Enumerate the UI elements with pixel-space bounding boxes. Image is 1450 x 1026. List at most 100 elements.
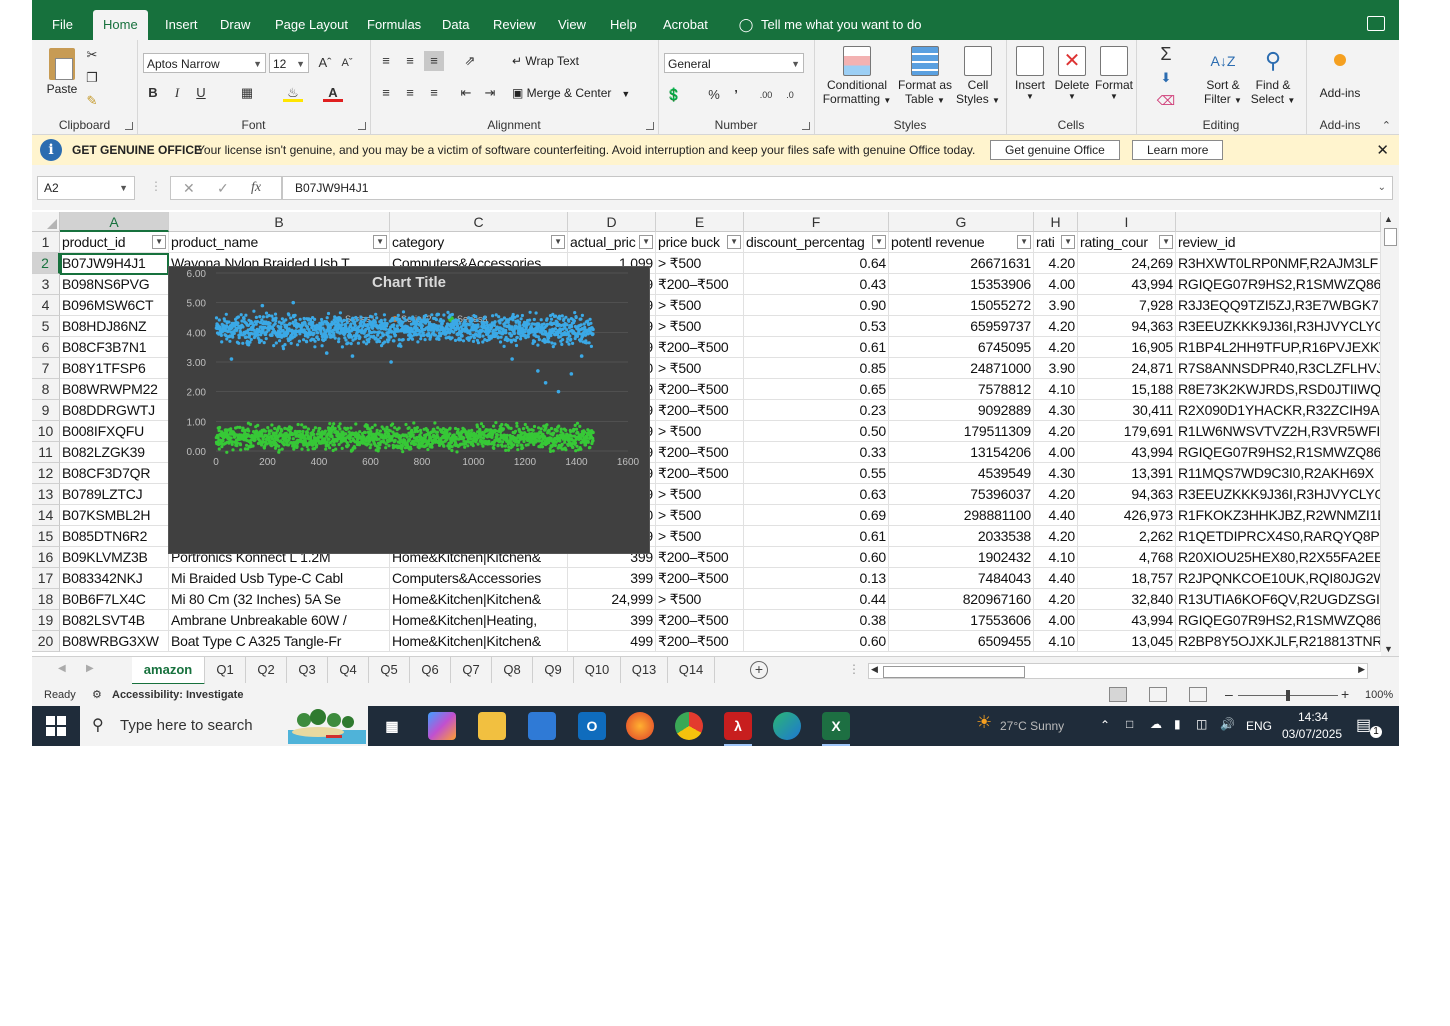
cell-a13[interactable]: B0789LZTCJ xyxy=(60,484,169,505)
cell-a20[interactable]: B08WRBG3XW xyxy=(60,631,169,652)
filter-dropdown-icon[interactable]: ▼ xyxy=(1061,235,1075,249)
align-left-icon[interactable]: ≡ xyxy=(376,83,396,103)
cell-b20[interactable]: Boat Type C A325 Tangle-Fr xyxy=(169,631,390,652)
copilot-icon[interactable] xyxy=(428,712,456,740)
cell-h8[interactable]: 4.10 xyxy=(1034,379,1078,400)
network-icon[interactable]: ◫ xyxy=(1196,717,1207,731)
cell-g10[interactable]: 179511309 xyxy=(889,421,1034,442)
header-cell-7[interactable]: rati ▼ xyxy=(1034,232,1078,253)
row-header[interactable]: 10 xyxy=(32,421,60,442)
row-header[interactable]: 8 xyxy=(32,379,60,400)
sheet-tab-q9[interactable]: Q9 xyxy=(533,657,574,683)
row-header[interactable]: 2 xyxy=(32,253,60,274)
page-break-view-icon[interactable] xyxy=(1189,687,1207,702)
tab-formulas[interactable]: Formulas xyxy=(357,10,431,40)
cell-a16[interactable]: B09KLVMZ3B xyxy=(60,547,169,568)
header-cell-8[interactable]: rating_cour ▼ xyxy=(1078,232,1176,253)
vertical-scrollbar[interactable]: ▲ ▼ xyxy=(1381,210,1399,656)
cell-h17[interactable]: 4.40 xyxy=(1034,568,1078,589)
cell-f2[interactable]: 0.64 xyxy=(744,253,889,274)
cell-f11[interactable]: 0.33 xyxy=(744,442,889,463)
row-header[interactable]: 9 xyxy=(32,400,60,421)
cell-e16[interactable]: ₹200–₹500 xyxy=(656,547,744,568)
cell-a5[interactable]: B08HDJ86NZ xyxy=(60,316,169,337)
scroll-left-icon[interactable]: ◀ xyxy=(871,664,878,675)
zoom-slider-thumb[interactable] xyxy=(1286,690,1290,701)
sheet-tab-q13[interactable]: Q13 xyxy=(621,657,668,683)
cell-g17[interactable]: 7484043 xyxy=(889,568,1034,589)
cell-e2[interactable]: > ₹500 xyxy=(656,253,744,274)
cell-e15[interactable]: > ₹500 xyxy=(656,526,744,547)
cell-d18[interactable]: 24,999 xyxy=(568,589,656,610)
cell-h5[interactable]: 4.20 xyxy=(1034,316,1078,337)
cell-j2[interactable]: R3HXWT0LRP0NMF,R2AJM3LF xyxy=(1176,253,1381,274)
decrease-decimal-icon[interactable]: .0 xyxy=(780,85,800,105)
cell-j6[interactable]: R1BP4L2HH9TFUP,R16PVJEXK\ xyxy=(1176,337,1381,358)
cell-g6[interactable]: 6745095 xyxy=(889,337,1034,358)
get-genuine-office-button[interactable]: Get genuine Office xyxy=(990,140,1120,160)
alignment-launcher-icon[interactable] xyxy=(646,122,654,130)
sheet-tab-q2[interactable]: Q2 xyxy=(246,657,287,683)
onedrive-icon[interactable]: ☁ xyxy=(1150,717,1162,731)
zoom-in-icon[interactable]: + xyxy=(1341,686,1349,702)
cell-g20[interactable]: 6509455 xyxy=(889,631,1034,652)
cell-e17[interactable]: ₹200–₹500 xyxy=(656,568,744,589)
cell-f19[interactable]: 0.38 xyxy=(744,610,889,631)
tab-view[interactable]: View xyxy=(548,10,596,40)
cell-j15[interactable]: R1QETDIPRCX4S0,RARQYQ8P( xyxy=(1176,526,1381,547)
sort-filter-button[interactable]: A↓Z Sort & Filter ▼ xyxy=(1200,46,1246,106)
row-header[interactable]: 12 xyxy=(32,463,60,484)
wrap-text-button[interactable]: ↵ Wrap Text xyxy=(512,54,579,68)
sheet-tab-q8[interactable]: Q8 xyxy=(492,657,533,683)
font-size-select[interactable]: 12 ▼ xyxy=(269,53,309,73)
cell-h6[interactable]: 4.20 xyxy=(1034,337,1078,358)
addins-button[interactable]: Add-ins xyxy=(1310,48,1370,100)
row-header[interactable]: 19 xyxy=(32,610,60,631)
cell-i14[interactable]: 426,973 xyxy=(1078,505,1176,526)
tab-review[interactable]: Review xyxy=(483,10,546,40)
language-indicator[interactable]: ENG xyxy=(1246,719,1272,733)
filter-dropdown-icon[interactable]: ▼ xyxy=(152,235,166,249)
cell-h4[interactable]: 3.90 xyxy=(1034,295,1078,316)
row-header[interactable]: 11 xyxy=(32,442,60,463)
cell-i13[interactable]: 94,363 xyxy=(1078,484,1176,505)
header-cell-5[interactable]: discount_percentag ▼ xyxy=(744,232,889,253)
clock-date[interactable]: 03/07/2025 xyxy=(1282,727,1342,741)
name-box[interactable]: A2 ▼ xyxy=(37,176,135,200)
filter-dropdown-icon[interactable]: ▼ xyxy=(373,235,387,249)
delete-cells-button[interactable]: ✕ Delete ▼ xyxy=(1052,46,1092,101)
zoom-out-icon[interactable]: – xyxy=(1225,686,1233,702)
cell-f10[interactable]: 0.50 xyxy=(744,421,889,442)
row-header[interactable]: 13 xyxy=(32,484,60,505)
cell-f12[interactable]: 0.55 xyxy=(744,463,889,484)
align-right-icon[interactable]: ≡ xyxy=(424,83,444,103)
chart-title[interactable]: Chart Title xyxy=(372,274,446,291)
cell-i12[interactable]: 13,391 xyxy=(1078,463,1176,484)
cell-a3[interactable]: B098NS6PVG xyxy=(60,274,169,295)
cell-j5[interactable]: R3EEUZKKK9J36I,R3HJVYCLYO xyxy=(1176,316,1381,337)
increase-indent-icon[interactable]: ⇥ xyxy=(480,83,500,103)
cell-c17[interactable]: Computers&Accessories xyxy=(390,568,568,589)
accessibility-status[interactable]: Accessibility: Investigate xyxy=(112,689,243,701)
cell-a19[interactable]: B082LSVT4B xyxy=(60,610,169,631)
filter-dropdown-icon[interactable]: ▼ xyxy=(872,235,886,249)
cell-i16[interactable]: 4,768 xyxy=(1078,547,1176,568)
cut-icon[interactable]: ✂ xyxy=(82,45,102,65)
horizontal-scroll-thumb[interactable] xyxy=(883,666,1025,678)
weather-text[interactable]: 27°C Sunny xyxy=(1000,719,1064,733)
cell-a12[interactable]: B08CF3D7QR xyxy=(60,463,169,484)
cell-h9[interactable]: 4.30 xyxy=(1034,400,1078,421)
cell-e19[interactable]: ₹200–₹500 xyxy=(656,610,744,631)
comments-icon[interactable] xyxy=(1367,16,1385,31)
cell-f16[interactable]: 0.60 xyxy=(744,547,889,568)
row-header-1[interactable]: 1 xyxy=(32,232,60,253)
cell-f18[interactable]: 0.44 xyxy=(744,589,889,610)
cell-g13[interactable]: 75396037 xyxy=(889,484,1034,505)
borders-icon[interactable]: ▦ xyxy=(237,83,257,103)
cell-a14[interactable]: B07KSMBL2H xyxy=(60,505,169,526)
cell-f17[interactable]: 0.13 xyxy=(744,568,889,589)
tab-insert[interactable]: Insert xyxy=(155,10,208,40)
cell-e10[interactable]: > ₹500 xyxy=(656,421,744,442)
row-header[interactable]: 6 xyxy=(32,337,60,358)
close-icon[interactable]: ✕ xyxy=(1376,141,1389,159)
